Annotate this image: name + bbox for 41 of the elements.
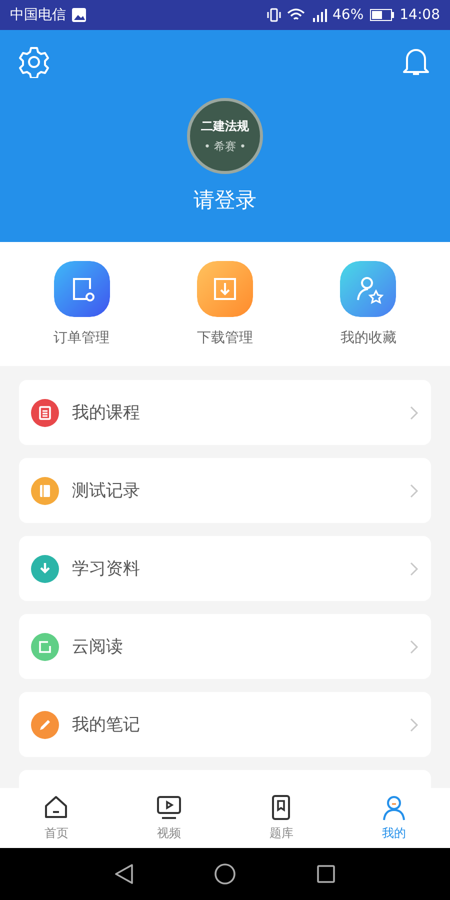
menu-label: 云阅读 (72, 636, 124, 658)
clock-time: 14:08 (400, 7, 440, 23)
battery-icon (370, 9, 394, 21)
menu-item[interactable]: 测试记录 (19, 458, 431, 523)
chevron-icon (409, 482, 419, 498)
menu-label: 我的课程 (72, 402, 141, 424)
avatar-title: 二建法规 (201, 118, 249, 135)
shortcut-label[interactable]: 订单管理 (54, 329, 110, 347)
menu-item[interactable]: 我的笔记 (19, 692, 431, 757)
menu-label: 学习资料 (72, 558, 141, 580)
chevron-icon (409, 716, 419, 732)
chevron-icon (409, 638, 419, 654)
back-icon[interactable] (114, 863, 134, 885)
home-button-icon[interactable] (214, 863, 236, 885)
recents-icon[interactable] (316, 864, 336, 884)
shortcut-label[interactable]: 我的收藏 (340, 329, 396, 347)
menu-label: 我的笔记 (72, 714, 141, 736)
vibrate-icon (266, 8, 281, 22)
nav-tab[interactable]: 我的 (338, 788, 450, 848)
carrier-name: 中国电信 (10, 6, 66, 24)
signal-icon (310, 8, 327, 22)
chevron-icon (409, 560, 419, 576)
favorite-app-icon[interactable] (340, 261, 396, 317)
bell-icon[interactable] (402, 46, 430, 76)
shortcut-label[interactable]: 下载管理 (196, 329, 253, 347)
menu-item[interactable]: 我的课程 (19, 380, 431, 445)
menu-item[interactable]: 学习资料 (19, 536, 431, 601)
chevron-icon (409, 404, 419, 420)
battery-percent: 46% (332, 7, 364, 23)
nav-tab[interactable]: 视频 (112, 788, 225, 848)
image-icon (72, 8, 86, 22)
order-app-icon[interactable] (54, 261, 110, 317)
wifi-icon (286, 8, 305, 22)
avatar-subtitle: • 希赛 • (204, 139, 246, 154)
video-icon (154, 794, 183, 822)
nav-tab[interactable]: 首页 (0, 788, 112, 848)
login-link[interactable]: 请登录 (194, 186, 256, 214)
menu-item[interactable]: 云阅读 (19, 614, 431, 679)
settings-icon[interactable] (18, 46, 50, 78)
menu-label: 测试记录 (72, 480, 141, 502)
nav-tab[interactable]: 题库 (225, 788, 338, 848)
